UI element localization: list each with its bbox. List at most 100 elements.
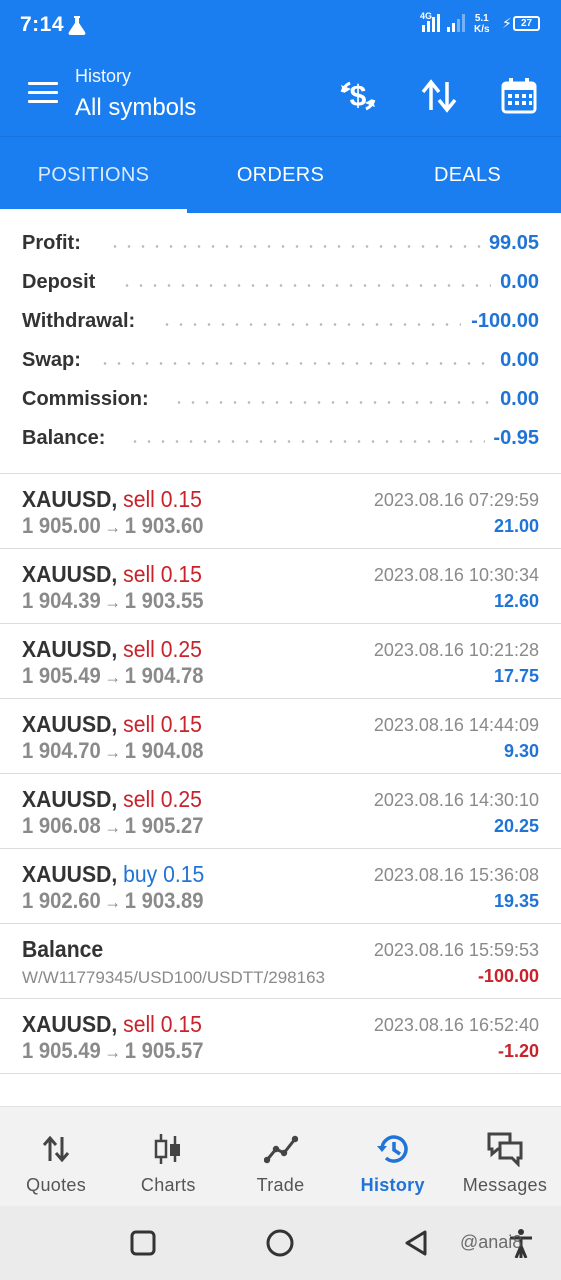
sort-icon[interactable]	[417, 74, 461, 118]
price-arrow-icon: →	[104, 817, 122, 837]
summary-label: Commission:	[22, 388, 157, 411]
close-price: 1 904.78	[124, 663, 204, 688]
symbol-name: XAUUSD,	[22, 636, 118, 662]
summary-value: 0.00	[492, 271, 539, 294]
app-bar-title[interactable]: All symbols	[75, 94, 196, 122]
list-item[interactable]: XAUUSD, sell 0.25 1 905.49 → 1 904.78 2023…	[0, 624, 561, 699]
summary-row-commission: Commission: 0.00	[0, 380, 561, 419]
leader-dots	[172, 401, 491, 404]
deal-side: sell 0.15	[123, 1011, 202, 1037]
summary-label: Withdrawal:	[22, 310, 144, 333]
history-summary: Profit: 99.05 Deposit 0.00 Withdrawal: -…	[0, 224, 561, 458]
deal-datetime: 2023.08.16 14:30:10	[373, 790, 539, 810]
deals-list: XAUUSD, sell 0.15 1 905.00 → 1 903.60 2023…	[0, 474, 561, 1074]
nav-quotes[interactable]: Quotes	[0, 1107, 112, 1206]
open-price: 1 905.49	[22, 1038, 101, 1063]
leader-dots	[120, 284, 491, 287]
deal-datetime: 2023.08.16 10:30:34	[373, 565, 539, 585]
summary-row-balance: Balance: -0.95	[0, 419, 561, 458]
deal-prices: 1 904.39 → 1 903.55	[22, 588, 203, 614]
close-price: 1 903.89	[124, 888, 204, 913]
symbol-name: XAUUSD,	[22, 861, 118, 887]
deal-symbol: XAUUSD, sell 0.25	[22, 786, 202, 813]
close-price: 1 904.08	[124, 738, 204, 763]
deal-symbol: XAUUSD, buy 0.15	[22, 861, 204, 888]
signal-icon	[447, 14, 465, 32]
summary-row-swap: Swap: 0.00	[0, 341, 561, 380]
deal-prices: 1 904.70 → 1 904.08	[22, 738, 203, 764]
nav-trade[interactable]: Trade	[224, 1107, 336, 1206]
status-bar: 7:14 4G 5.1 K/s ⚡ 27	[0, 0, 561, 52]
network-speed: 5.1 K/s	[474, 13, 490, 35]
list-item[interactable]: XAUUSD, sell 0.15 1 905.49 → 1 905.57 2023…	[0, 999, 561, 1074]
tab-orders[interactable]: ORDERS	[187, 137, 374, 213]
home-icon[interactable]	[263, 1226, 297, 1260]
deal-profit: 9.30	[503, 741, 539, 761]
flask-icon	[68, 15, 86, 40]
back-icon[interactable]	[399, 1226, 433, 1260]
deal-side: sell 0.15	[123, 486, 202, 512]
speed-value: 5.1	[474, 13, 489, 24]
tab-deals[interactable]: DEALS	[374, 137, 561, 213]
svg-text:$: $	[350, 80, 367, 113]
app-bar: History All symbols $	[0, 52, 561, 136]
deal-profit: 17.75	[493, 666, 539, 686]
quotes-icon	[41, 1133, 71, 1165]
nav-history[interactable]: History	[337, 1107, 449, 1206]
list-item[interactable]: XAUUSD, sell 0.15 1 904.70 → 1 904.08 2023…	[0, 699, 561, 774]
summary-value: 99.05	[480, 232, 539, 255]
currency-exchange-icon[interactable]: $	[336, 74, 380, 118]
deal-symbol: XAUUSD, sell 0.15	[22, 711, 202, 738]
close-price: 1 903.55	[124, 588, 204, 613]
deal-side: sell 0.15	[123, 711, 202, 737]
summary-row-profit: Profit: 99.05	[0, 224, 561, 263]
deal-side: buy 0.15	[123, 861, 205, 887]
open-price: 1 905.49	[22, 663, 101, 688]
deal-profit: 21.00	[493, 516, 539, 536]
price-arrow-icon: →	[104, 1042, 122, 1062]
deal-prices: 1 906.08 → 1 905.27	[22, 813, 203, 839]
nav-label: Messages	[462, 1175, 548, 1195]
deal-profit: 12.60	[493, 591, 539, 611]
close-price: 1 905.57	[124, 1038, 204, 1063]
nav-label: Trade	[256, 1175, 305, 1195]
bottom-nav: Quotes Charts Trade History Messages	[0, 1106, 561, 1206]
list-item[interactable]: XAUUSD, sell 0.15 1 905.00 → 1 903.60 2023…	[0, 474, 561, 549]
deal-symbol: XAUUSD, sell 0.25	[22, 636, 202, 663]
symbol-name: XAUUSD,	[22, 1011, 118, 1037]
symbol-name: XAUUSD,	[22, 561, 118, 587]
menu-icon[interactable]	[28, 82, 59, 104]
tab-positions[interactable]: POSITIONS	[0, 137, 187, 213]
summary-value: -0.95	[485, 427, 539, 450]
price-arrow-icon: →	[104, 517, 122, 537]
list-item[interactable]: XAUUSD, sell 0.15 1 904.39 → 1 903.55 2023…	[0, 549, 561, 624]
messages-icon	[486, 1132, 524, 1167]
deal-side: sell 0.25	[123, 636, 202, 662]
open-price: 1 905.00	[22, 513, 101, 538]
summary-label: Profit:	[22, 232, 89, 255]
history-icon	[376, 1133, 410, 1165]
nav-label: History	[360, 1175, 425, 1195]
open-price: 1 902.60	[22, 888, 101, 913]
battery-icon: 27	[513, 16, 540, 31]
list-item[interactable]: XAUUSD, buy 0.15 1 902.60 → 1 903.89 2023.…	[0, 849, 561, 924]
nav-messages[interactable]: Messages	[449, 1107, 561, 1206]
nav-charts[interactable]: Charts	[112, 1107, 224, 1206]
deal-prices: 1 905.49 → 1 905.57	[22, 1038, 203, 1064]
deal-comment: W/W11779345/USD100/USDTT/298163	[22, 968, 326, 987]
price-arrow-icon: →	[104, 667, 122, 687]
recents-icon[interactable]	[126, 1226, 160, 1260]
list-item[interactable]: Balance W/W11779345/USD100/USDTT/298163 …	[0, 924, 561, 999]
list-item[interactable]: XAUUSD, sell 0.25 1 906.08 → 1 905.27 2023…	[0, 774, 561, 849]
deal-datetime: 2023.08.16 16:52:40	[373, 1015, 539, 1035]
price-arrow-icon: →	[104, 892, 122, 912]
deal-prices: 1 902.60 → 1 903.89	[22, 888, 203, 914]
leader-dots	[108, 245, 481, 248]
summary-value: 0.00	[492, 349, 539, 372]
deal-side: sell 0.15	[123, 561, 202, 587]
close-price: 1 903.60	[124, 513, 204, 538]
price-arrow-icon: →	[104, 742, 122, 762]
open-price: 1 904.70	[22, 738, 101, 763]
leader-dots	[128, 440, 487, 443]
calendar-icon[interactable]	[497, 74, 541, 118]
